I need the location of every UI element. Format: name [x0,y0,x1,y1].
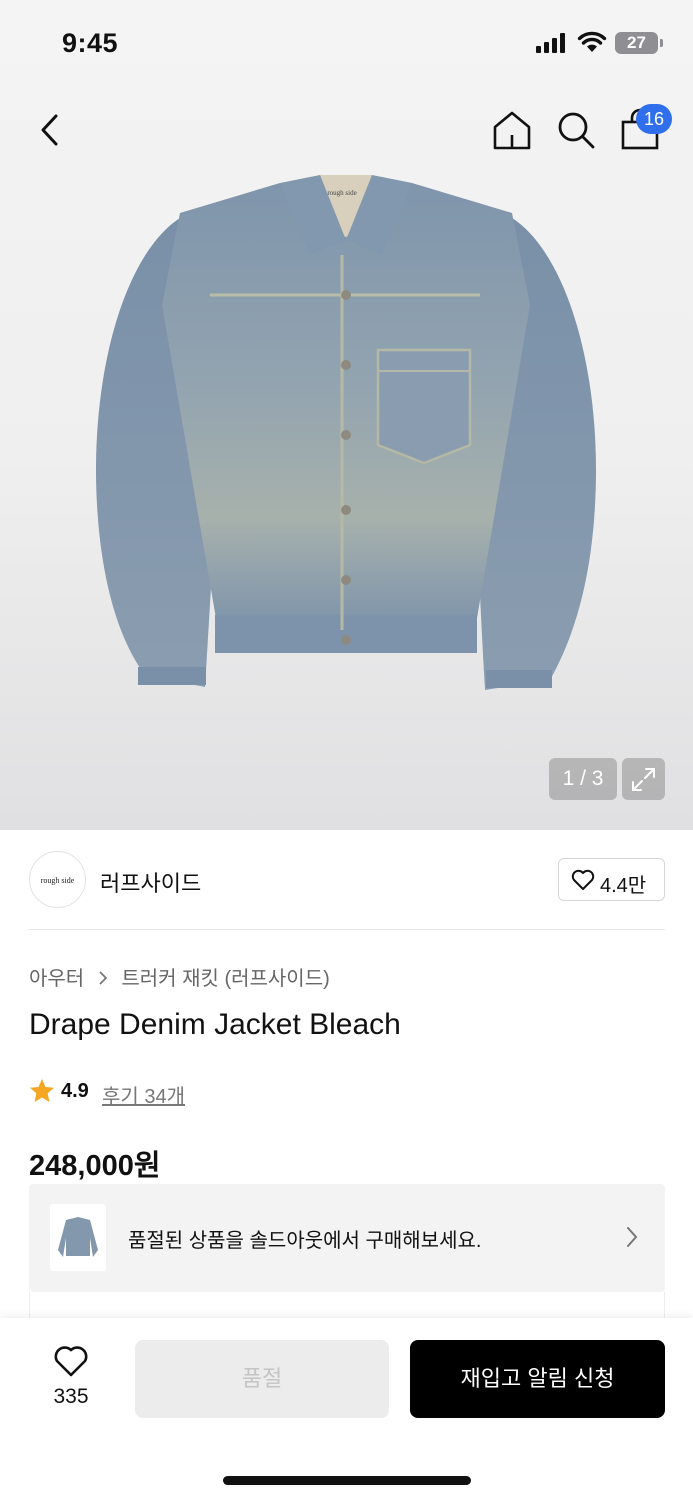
status-time: 9:45 [62,28,119,58]
battery-icon: 27 [615,32,663,54]
breadcrumb: 아우터 트러커 재킷 (러프사이드) [29,962,330,991]
soldout-banner-text: 품절된 상품을 솔드아웃에서 구매해보세요. [128,1230,482,1252]
chevron-right-icon [98,968,108,991]
expand-icon [632,768,655,791]
cart-count-badge: 16 [636,104,672,134]
product-image-gallery[interactable]: 9:45 27 16 rough side 1 / 3 [0,0,693,830]
breadcrumb-category[interactable]: 아우터 [29,968,84,990]
gallery-pager: 1 / 3 [549,758,617,800]
soldout-button[interactable]: 품절 [135,1340,389,1418]
bottom-action-bar: 335 품절 재입고 알림 신청 [0,1318,693,1500]
brand-like-count: 4.4만 [600,875,647,897]
product-title: Drape Denim Jacket Bleach [29,1008,401,1041]
breadcrumb-subcategory[interactable]: 트러커 재킷 (러프사이드) [121,968,329,990]
home-icon[interactable] [490,108,534,152]
star-icon [30,1079,54,1102]
back-arrow-icon[interactable] [30,108,70,152]
collar-tag-text: rough side [327,189,356,197]
soldout-thumbnail [50,1204,106,1271]
search-icon[interactable] [554,108,598,152]
home-indicator [223,1476,471,1485]
restock-alert-button[interactable]: 재입고 알림 신청 [410,1340,665,1418]
brand-name[interactable]: 러프사이드 [100,866,201,898]
heart-icon [571,869,595,890]
divider [29,929,665,930]
wishlist-button[interactable]: 335 [36,1344,106,1414]
brand-logo[interactable]: rough side [29,851,86,908]
cellular-signal-icon [536,33,565,53]
brand-like-button[interactable]: 4.4만 [558,858,665,901]
product-image-denim-jacket: rough side [95,175,597,690]
rating-score: 4.9 [61,1080,89,1102]
wifi-icon [577,31,607,52]
review-count-link[interactable]: 후기 34개 [102,1080,185,1109]
product-price: 248,000원 [29,1150,161,1182]
battery-level: 27 [627,33,646,52]
soldout-banner[interactable]: 품절된 상품을 솔드아웃에서 구매해보세요. [29,1184,665,1292]
expand-image-button[interactable] [622,758,665,800]
heart-icon [54,1346,88,1377]
wishlist-count: 335 [53,1385,89,1408]
brand-row[interactable]: rough side 러프사이드 4.4만 [29,850,665,910]
chevron-right-icon [627,1227,638,1247]
status-bar: 9:45 27 [0,0,693,90]
